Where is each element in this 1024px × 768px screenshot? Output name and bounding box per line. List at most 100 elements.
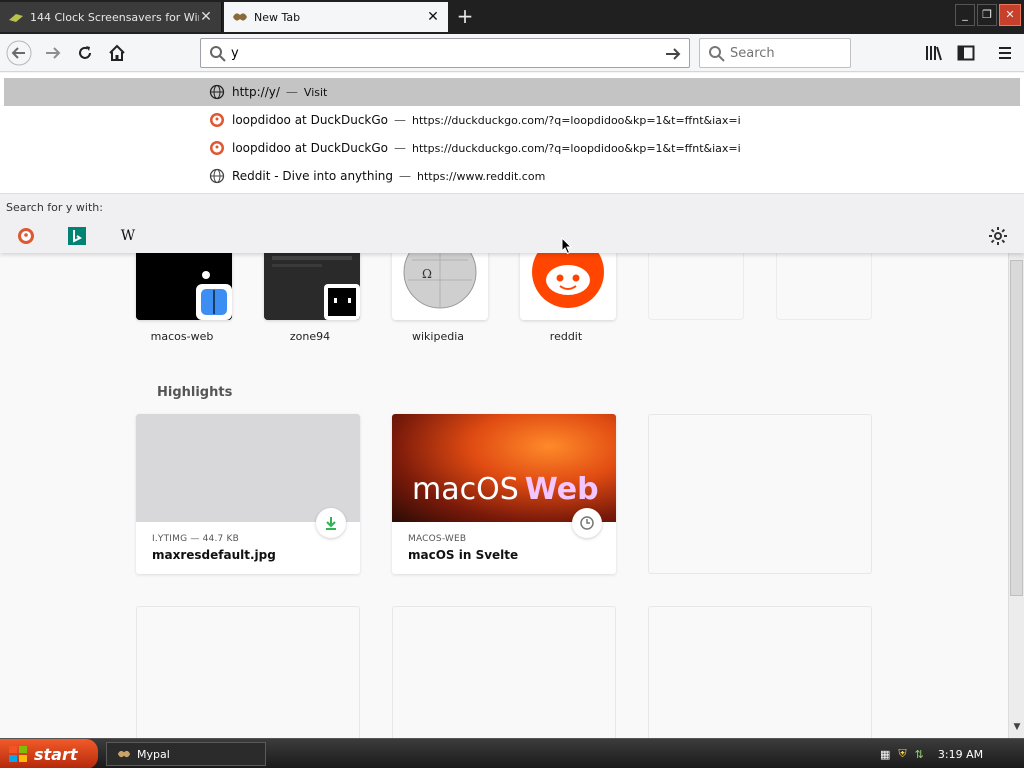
bing-engine-button[interactable] xyxy=(67,226,87,246)
screensaver-favicon-icon xyxy=(9,14,23,22)
top-site-label: reddit xyxy=(549,330,583,343)
thumbnail-text-web: Web xyxy=(524,472,599,507)
row-separator: — xyxy=(394,113,406,127)
url-input[interactable] xyxy=(231,44,651,62)
zone94-thumbnail-icon xyxy=(264,250,360,320)
row-title: loopdidoo at DuckDuckGo xyxy=(232,141,388,155)
card-title: maxresdefault.jpg xyxy=(152,548,276,562)
highlight-card-macos-web[interactable]: macOS Web MACOS-WEB macOS in Svelte xyxy=(392,414,616,574)
search-bar[interactable] xyxy=(699,38,851,68)
tab-title: New Tab xyxy=(254,10,301,24)
menu-button[interactable] xyxy=(992,40,1018,66)
card-thumbnail xyxy=(136,414,360,522)
duckduckgo-engine-button[interactable] xyxy=(16,226,36,246)
row-url: https://duckduckgo.com/?q=loopdidoo&kp=1… xyxy=(412,113,741,127)
forward-arrow-icon xyxy=(46,47,61,59)
forward-button[interactable] xyxy=(40,40,66,66)
maximize-button[interactable]: ❐ xyxy=(977,4,997,26)
page-scrollbar[interactable]: ▼ xyxy=(1008,252,1024,738)
top-site-reddit[interactable] xyxy=(520,250,616,320)
system-tray: ▦ ⛨ ⇅ 3:19 AM xyxy=(880,739,1024,768)
tab-title: 144 Clock Screensavers for Windows xyxy=(30,10,199,24)
row-action: Visit xyxy=(303,85,328,99)
bing-icon xyxy=(68,227,86,245)
close-window-button[interactable]: ✕ xyxy=(999,4,1021,26)
highlight-card-empty xyxy=(648,414,872,574)
navigation-toolbar xyxy=(0,34,1024,72)
close-tab-icon[interactable]: ✕ xyxy=(199,9,213,25)
url-autocomplete-popup: http://y/ — Visit loopdidoo at DuckDuckG… xyxy=(0,73,1024,253)
go-arrow-icon[interactable] xyxy=(663,44,683,64)
scroll-down-arrow-icon[interactable]: ▼ xyxy=(1011,722,1023,734)
top-site-label: zone94 xyxy=(289,330,331,343)
row-title: loopdidoo at DuckDuckGo xyxy=(232,113,388,127)
one-off-search-panel: Search for y with: W xyxy=(0,193,1024,253)
back-button[interactable] xyxy=(6,40,32,66)
row-title: http://y/ xyxy=(232,85,280,99)
wikipedia-engine-button[interactable]: W xyxy=(118,226,138,246)
taskbar-item-mypal[interactable]: Mypal xyxy=(106,742,266,766)
search-input[interactable] xyxy=(730,45,842,61)
scrollbar-thumb[interactable] xyxy=(1010,260,1023,596)
network-icon[interactable]: ⇅ xyxy=(915,748,924,761)
search-icon xyxy=(210,46,226,62)
card-title: macOS in Svelte xyxy=(408,548,519,562)
top-site-label: wikipedia xyxy=(411,330,464,343)
row-title: Reddit - Dive into anything xyxy=(232,169,394,183)
taskbar: start Mypal ▦ ⛨ ⇅ 3:19 AM xyxy=(0,738,1024,768)
autocomplete-row-visit[interactable]: http://y/ — Visit xyxy=(4,78,1020,106)
sidebar-icon xyxy=(957,45,975,61)
new-tab-button[interactable]: + xyxy=(452,4,478,28)
highlight-card-maxresdefault[interactable]: I.YTIMG — 44.7 KB maxresdefault.jpg xyxy=(136,414,360,574)
tab-clock-screensavers[interactable]: 144 Clock Screensavers for Windows ✕ xyxy=(0,2,222,32)
autocomplete-row-history[interactable]: Reddit - Dive into anything — https://ww… xyxy=(4,162,1020,190)
tab-new-tab[interactable]: New Tab ✕ xyxy=(224,2,448,32)
top-site-zone94[interactable] xyxy=(264,250,360,320)
reddit-logo-icon xyxy=(520,250,616,320)
svg-text:Ω: Ω xyxy=(422,267,432,281)
duckduckgo-icon xyxy=(18,228,34,244)
card-meta: I.YTIMG — 44.7 KB xyxy=(152,534,240,544)
clock: 3:19 AM xyxy=(937,747,984,761)
start-button[interactable]: start xyxy=(0,739,98,768)
download-badge xyxy=(316,508,346,538)
top-site-empty xyxy=(776,250,872,320)
search-with-label: Search for y with: xyxy=(6,201,103,214)
row-separator: — xyxy=(285,85,298,99)
top-site-macos-web[interactable] xyxy=(136,250,232,320)
row-url: https://duckduckgo.com/?q=loopdidoo&kp=1… xyxy=(412,141,741,155)
duckduckgo-icon xyxy=(208,139,226,157)
gear-icon xyxy=(989,227,1007,245)
mypal-icon xyxy=(117,750,131,758)
mypal-favicon-icon xyxy=(233,13,247,21)
tab-strip: 144 Clock Screensavers for Windows ✕ New… xyxy=(0,0,1024,34)
autocomplete-row-history[interactable]: loopdidoo at DuckDuckGo — https://duckdu… xyxy=(4,134,1020,162)
home-icon xyxy=(109,44,125,61)
url-bar[interactable] xyxy=(200,38,690,68)
highlight-card-empty xyxy=(136,606,360,738)
row-separator: — xyxy=(399,169,412,183)
download-icon xyxy=(326,517,336,530)
home-button[interactable] xyxy=(104,40,130,66)
library-button[interactable] xyxy=(921,40,947,66)
row-separator: — xyxy=(394,141,406,155)
history-badge xyxy=(572,508,602,538)
sidebar-button[interactable] xyxy=(953,40,979,66)
top-site-wikipedia[interactable]: Ω xyxy=(392,250,488,320)
clock-icon xyxy=(580,516,594,530)
search-settings-button[interactable] xyxy=(988,226,1008,246)
back-arrow-icon xyxy=(6,40,32,66)
highlight-card-empty xyxy=(648,606,872,738)
row-url: https://www.reddit.com xyxy=(417,169,546,183)
keyboard-icon[interactable]: ▦ xyxy=(880,748,890,761)
minimize-button[interactable]: _ xyxy=(955,4,975,26)
reload-icon xyxy=(79,46,91,59)
reload-button[interactable] xyxy=(72,40,98,66)
close-tab-icon[interactable]: ✕ xyxy=(426,9,440,25)
autocomplete-row-history[interactable]: loopdidoo at DuckDuckGo — https://duckdu… xyxy=(4,106,1020,134)
thumbnail-text-macos: macOS xyxy=(412,472,519,507)
security-shield-icon[interactable]: ⛨ xyxy=(898,747,906,761)
globe-icon xyxy=(208,167,226,185)
macos-finder-icon xyxy=(136,250,232,320)
start-label: start xyxy=(34,744,78,764)
